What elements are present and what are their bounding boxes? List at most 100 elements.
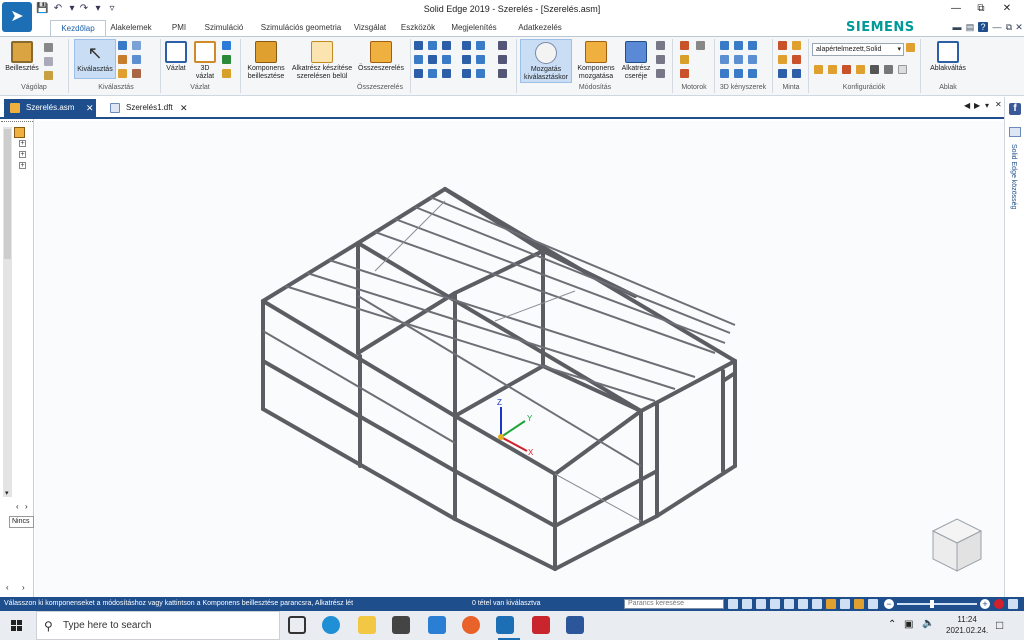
tab-scroll-left-icon[interactable]: ◀	[964, 101, 970, 110]
task-view-icon[interactable]	[288, 616, 306, 634]
select-part-icon[interactable]	[132, 69, 141, 78]
tab-szimulacios-geometria[interactable]: Szimulációs geometria	[256, 20, 346, 36]
scroll-down-icon[interactable]: ▾	[5, 489, 9, 497]
select-filter-icon[interactable]	[118, 41, 127, 50]
configuration-select[interactable]: alapértelmezett,Solid ▾	[812, 43, 904, 56]
config-2-icon[interactable]	[828, 65, 837, 74]
cut-icon[interactable]	[44, 43, 53, 52]
doc-minimize-icon[interactable]: —	[992, 22, 1002, 32]
fit-icon[interactable]	[784, 599, 794, 609]
doc-tab-draft[interactable]: Szerelés1.dft ✕	[104, 99, 190, 117]
modify-2-icon[interactable]	[656, 55, 665, 64]
tab-close-all-icon[interactable]: ✕	[995, 100, 1002, 109]
relate-3-icon[interactable]	[442, 41, 451, 50]
relate-2-icon[interactable]	[428, 41, 437, 50]
scroll-left-icon[interactable]: ‹	[16, 502, 19, 511]
relate-7-icon[interactable]	[414, 69, 423, 78]
scrollbar-thumb[interactable]	[4, 129, 11, 259]
constraint-3-icon[interactable]	[748, 41, 757, 50]
replace-part-button[interactable]: Alkatrész cseréje	[618, 41, 654, 81]
tab-eszkozok[interactable]: Eszközök	[398, 20, 438, 36]
config-6-icon[interactable]	[884, 65, 893, 74]
restore-button[interactable]: ⧉	[970, 2, 992, 16]
community-icon[interactable]	[1009, 127, 1021, 137]
pattern-6-icon[interactable]	[792, 69, 801, 78]
status-tool-1-icon[interactable]	[728, 599, 738, 609]
sketch-tool-3-icon[interactable]	[222, 69, 231, 78]
motor-1-icon[interactable]	[680, 41, 689, 50]
expand-node-icon[interactable]: +	[19, 140, 26, 147]
word-icon[interactable]	[566, 616, 584, 634]
acrobat-icon[interactable]	[532, 616, 550, 634]
zoom-in-icon[interactable]: +	[980, 599, 990, 609]
pattern-3-icon[interactable]	[778, 55, 787, 64]
constraint-8-icon[interactable]	[734, 69, 743, 78]
network-icon[interactable]: ▣	[904, 619, 913, 630]
tab-megjelenites[interactable]: Megjelenítés	[444, 20, 504, 36]
select-tools-icon[interactable]	[132, 41, 141, 50]
constraint-2-icon[interactable]	[734, 41, 743, 50]
constraint-7-icon[interactable]	[720, 69, 729, 78]
move-component-button[interactable]: Komponens mozgatása	[574, 41, 618, 81]
select-group-icon[interactable]	[118, 69, 127, 78]
relate-5-icon[interactable]	[428, 55, 437, 64]
doc-close-icon[interactable]: ✕	[1014, 22, 1024, 32]
relate-9-icon[interactable]	[442, 69, 451, 78]
section-icon[interactable]	[840, 599, 850, 609]
relate-14-icon[interactable]	[462, 69, 471, 78]
zoom-icon[interactable]	[770, 599, 780, 609]
close-button[interactable]: ✕	[996, 2, 1018, 16]
relate-1-icon[interactable]	[414, 41, 423, 50]
config-1-icon[interactable]	[814, 65, 823, 74]
tab-list-icon[interactable]: ▾	[985, 101, 989, 110]
view-cube[interactable]	[931, 518, 983, 572]
relate-16-icon[interactable]	[498, 41, 507, 50]
relate-17-icon[interactable]	[498, 55, 507, 64]
tray-chevron-icon[interactable]: ⌃	[888, 619, 896, 630]
volume-icon[interactable]: 🔈	[922, 618, 934, 629]
create-part-in-place-button[interactable]: Alkatrész készítése szerelésen belül	[288, 41, 356, 81]
relate-13-icon[interactable]	[476, 55, 485, 64]
windows-start-icon[interactable]	[11, 620, 23, 632]
drag-component-button[interactable]: Mozgatás kiválasztáskor	[520, 39, 572, 83]
assembly-root-icon[interactable]	[14, 127, 25, 138]
tab-vizsgalat[interactable]: Vizsgálat	[350, 20, 390, 36]
store-icon[interactable]	[392, 616, 410, 634]
relate-15-icon[interactable]	[476, 69, 485, 78]
record-icon[interactable]	[994, 599, 1004, 609]
community-tab[interactable]: Solid Edge közösség	[1010, 144, 1017, 209]
ribbon-collapse-icon[interactable]: ▬	[952, 22, 962, 32]
sketch-button[interactable]: Vázlat	[163, 41, 189, 73]
relate-12-icon[interactable]	[462, 55, 471, 64]
command-search-input[interactable]: Parancs keresése	[624, 599, 724, 609]
config-7-icon[interactable]	[898, 65, 907, 74]
insert-component-button[interactable]: Komponens beillesztése	[244, 41, 288, 81]
motor-2-icon[interactable]	[696, 41, 705, 50]
scroll-right-icon[interactable]: ›	[25, 502, 28, 511]
assemble-button[interactable]: Összeszerelés	[356, 41, 406, 73]
rotate-icon[interactable]	[812, 599, 822, 609]
select-button[interactable]: ↖ Kiválasztás	[74, 39, 116, 79]
sketch-3d-button[interactable]: 3D vázlat	[192, 41, 218, 81]
select-options-icon[interactable]	[132, 55, 141, 64]
graphics-viewport[interactable]: Z Y X	[35, 121, 1004, 597]
doc-tab-assembly[interactable]: Szerelés.asm ✕	[4, 99, 96, 117]
motor-3-icon[interactable]	[680, 55, 689, 64]
config-save-icon[interactable]	[906, 43, 915, 52]
zoom-slider-thumb[interactable]	[930, 600, 934, 608]
relate-4-icon[interactable]	[414, 55, 423, 64]
firefox-icon[interactable]	[462, 616, 480, 634]
facebook-icon[interactable]: f	[1009, 103, 1021, 115]
sketch-tool-1-icon[interactable]	[222, 41, 231, 50]
relate-11-icon[interactable]	[476, 41, 485, 50]
layout-icon[interactable]: ▤	[965, 22, 975, 32]
relate-10-icon[interactable]	[462, 41, 471, 50]
filter-dropdown[interactable]: Nincs	[9, 516, 34, 528]
close-icon[interactable]: ✕	[180, 99, 188, 117]
config-3-icon[interactable]	[842, 65, 851, 74]
expand-node-icon[interactable]: +	[19, 162, 26, 169]
views-icon[interactable]	[868, 599, 878, 609]
tab-scroll-right-icon[interactable]: ▶	[974, 101, 980, 110]
status-tool-2-icon[interactable]	[742, 599, 752, 609]
motor-4-icon[interactable]	[680, 69, 689, 78]
